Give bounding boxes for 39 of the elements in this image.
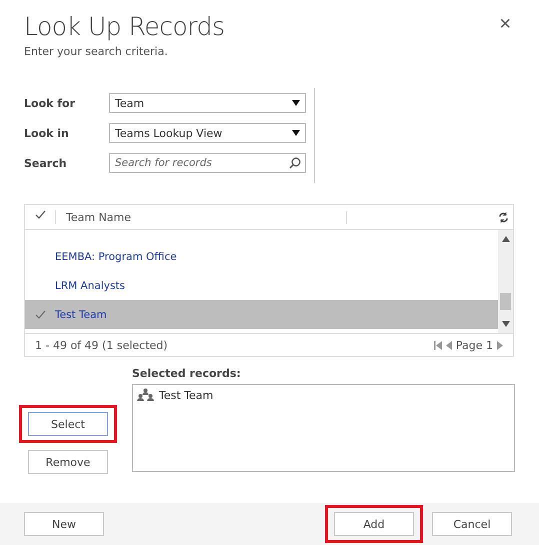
grid-row[interactable]: LRM Analysts — [25, 271, 498, 300]
check-all-icon[interactable] — [34, 210, 46, 219]
grid-row[interactable]: EEMBA: Program Office — [25, 242, 498, 271]
grid-row[interactable]: Test Team — [25, 300, 498, 329]
dropdown[interactable]: Teams Lookup View — [109, 123, 306, 143]
field-label: Look in — [24, 126, 70, 140]
column-header[interactable]: Team Name — [56, 210, 347, 224]
record-link[interactable]: LRM Analysts — [55, 280, 126, 292]
scroll-up-icon[interactable] — [502, 236, 510, 242]
dropdown-arrow-icon — [292, 130, 300, 136]
scroll-down-icon[interactable] — [502, 321, 510, 327]
selected-record[interactable]: Test Team — [159, 388, 214, 402]
close-button[interactable]: × — [499, 14, 511, 34]
dialog-button[interactable]: New — [24, 512, 104, 536]
dialog-title: Look Up Records — [24, 12, 225, 41]
dialog-button[interactable]: Add — [334, 512, 414, 536]
previous-page-icon[interactable] — [446, 340, 452, 350]
search-icon[interactable] — [289, 157, 301, 169]
selected-records-label: Selected records: — [132, 367, 241, 380]
check-icon — [34, 310, 46, 319]
record-link[interactable]: Test Team — [55, 308, 107, 320]
dialog-button[interactable]: Remove — [28, 450, 108, 474]
record-link[interactable]: EEMBA: Program Office — [55, 250, 177, 262]
dialog-button[interactable]: Cancel — [432, 512, 512, 536]
dialog-subtitle: Enter your search criteria. — [24, 45, 168, 58]
field-label: Search — [24, 156, 68, 170]
record-count: 1 - 49 of 49 (1 selected) — [35, 338, 168, 352]
scrollbar[interactable] — [498, 230, 513, 333]
first-page-icon[interactable] — [434, 340, 442, 350]
page-label: Page 1 — [456, 338, 493, 352]
search-field[interactable]: Search for records — [109, 153, 306, 173]
field-label: Look for — [24, 96, 76, 110]
dropdown[interactable]: Team — [109, 93, 306, 113]
dropdown-arrow-icon — [292, 100, 300, 106]
next-page-icon[interactable] — [497, 340, 503, 350]
team-icon — [137, 388, 154, 402]
dialog-button[interactable]: Select — [28, 412, 108, 436]
scroll-thumb[interactable] — [500, 293, 511, 310]
refresh-icon[interactable] — [498, 212, 509, 222]
